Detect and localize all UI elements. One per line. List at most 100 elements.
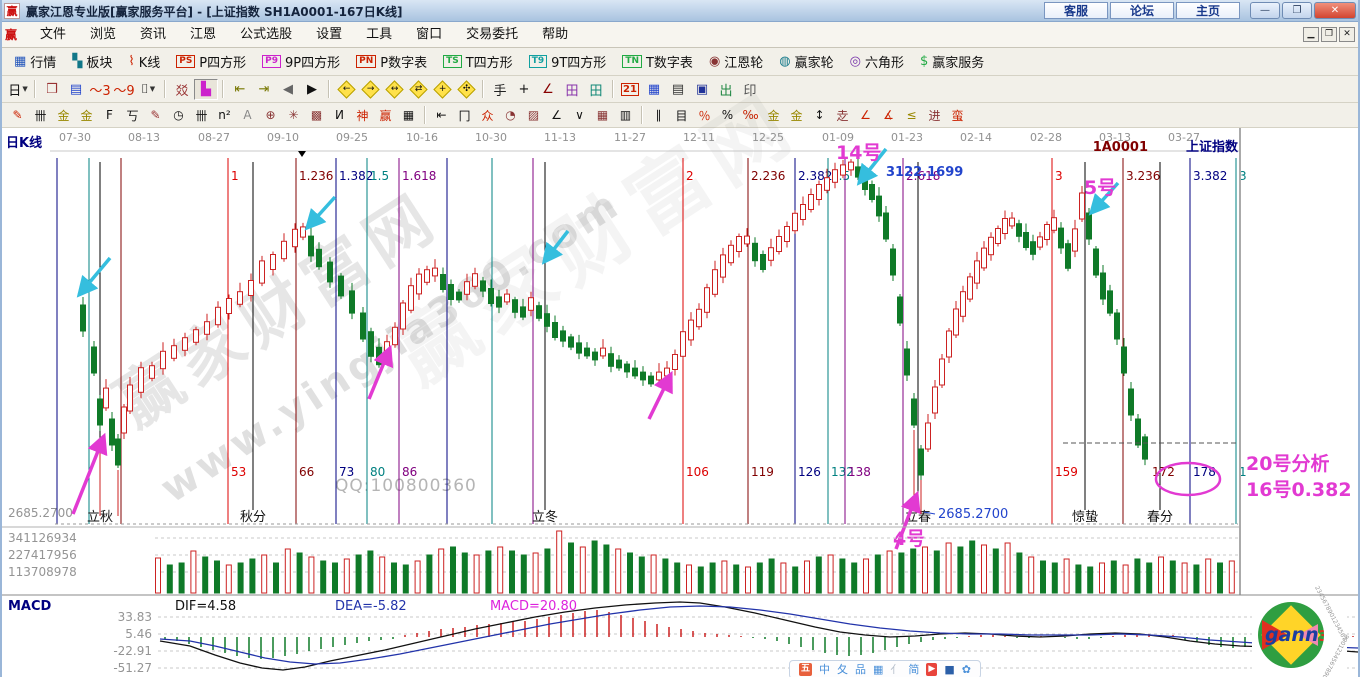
tool-quotes[interactable]: ▦行情 [6,50,64,74]
child-minimize-button[interactable]: ▁ [1303,27,1319,42]
grid-tool-button[interactable]: ▦ [397,106,420,125]
clock-tool-button[interactable]: ◷ [167,106,190,125]
last-page-button[interactable]: ⇥ [252,79,276,100]
gold-lines-2-button[interactable]: 金 [75,106,98,125]
menu-帮助[interactable]: 帮助 [530,24,580,46]
ime-basket-icon[interactable]: ■ [944,662,954,677]
percent-red-button[interactable]: ％ [693,106,716,125]
percent-button[interactable]: % [716,106,739,125]
tool-9t-square[interactable]: T99T四方形 [521,50,615,74]
gold-circle-button[interactable]: 金 [762,106,785,125]
service-button[interactable]: 客服 [1044,2,1108,19]
walk-tool-button[interactable]: 赱 [831,106,854,125]
child-close-button[interactable]: ✕ [1339,27,1355,42]
grid-red-button[interactable]: ▦ [591,106,614,125]
wave-3-button[interactable]: 〜3 [88,79,112,100]
period-day-button[interactable]: 日▼ [6,79,30,100]
cyan-arrow[interactable] [79,258,110,295]
arc-tool-button[interactable]: ◔ [499,106,522,125]
target-ellipse[interactable] [1156,463,1220,495]
n-squared-button[interactable]: n² [213,106,236,125]
tally-2-button[interactable]: 卌 [190,106,213,125]
parallel-button[interactable]: ∥ [647,106,670,125]
child-restore-button[interactable]: ❐ [1321,27,1337,42]
notes-button[interactable]: ▤ [666,79,690,100]
menu-交易委托[interactable]: 交易委托 [454,24,530,46]
s-lines-button[interactable]: 丂 [121,106,144,125]
ime-person-icon[interactable]: 亻 [890,662,901,677]
next-page-button[interactable]: ▶ [300,79,324,100]
menu-江恩[interactable]: 江恩 [178,24,228,46]
tool-gann-wheel[interactable]: ◉江恩轮 [701,50,771,74]
menu-窗口[interactable]: 窗口 [404,24,454,46]
tool-hexagon[interactable]: ◎六角形 [842,50,912,74]
save-button[interactable]: ▣ [690,79,714,100]
grid-green-button[interactable]: 田 [584,79,608,100]
zigzag-button[interactable]: И [328,106,351,125]
minimize-button[interactable]: — [1250,2,1280,19]
fan-box-button[interactable]: ▨ [522,106,545,125]
ime-simplified-icon[interactable]: 简 [908,662,919,677]
frame-tool-button[interactable]: 冂 [453,106,476,125]
angle-2-button[interactable]: ∠ [545,106,568,125]
nav-swap-button[interactable]: ⇄ [406,79,430,100]
nav-plus-button[interactable]: + [430,79,454,100]
nav-expand-button[interactable]: ↔ [382,79,406,100]
tool-9p-square[interactable]: P99P四方形 [254,50,348,74]
tool-winner-wheel[interactable]: ◍赢家轮 [771,50,841,74]
ime-keyboard-icon[interactable]: ▦ [873,662,883,677]
crosshair-button[interactable]: + [512,79,536,100]
close-button[interactable]: ✕ [1314,2,1356,19]
ruler-list-button[interactable]: 目 [670,106,693,125]
menu-资讯[interactable]: 资讯 [128,24,178,46]
f-angle-button[interactable]: ∡ [877,106,900,125]
v-lines-button[interactable]: ∨ [568,106,591,125]
nav-cross-button[interactable]: ✣ [454,79,478,100]
ime-toolbar[interactable]: 五中夂品▦亻简▶■✿ [789,660,981,677]
ime-media-icon[interactable]: ▶ [926,663,937,676]
tool-t-number[interactable]: TNT数字表 [614,50,701,74]
print-button[interactable]: 印 [738,79,762,100]
tool-sectors[interactable]: ▚板块 [64,50,120,74]
angle-tool-button[interactable]: ∠ [536,79,560,100]
updown-button[interactable]: ↕ [808,106,831,125]
ime-settings-icon[interactable]: ✿ [962,662,971,677]
le-angle-button[interactable]: ≤ [900,106,923,125]
forum-button[interactable]: 论坛 [1110,2,1174,19]
menu-公式选股[interactable]: 公式选股 [228,24,304,46]
info-doc-button[interactable]: ▤ [64,79,88,100]
compare-button[interactable]: 㸚 [170,79,194,100]
cyan-arrow[interactable] [307,197,335,228]
f-lines-button[interactable]: F [98,106,121,125]
tool-p-square[interactable]: PSP四方形 [168,50,254,74]
home-button[interactable]: 主页 [1176,2,1240,19]
ime-pen-icon[interactable]: 夂 [837,662,848,677]
annotation-14号[interactable]: 14号 [836,142,881,164]
shen-tool-button[interactable]: 神 [351,106,374,125]
span-tool-button[interactable]: ⇤ [430,106,453,125]
annotation-4号[interactable]: 4号 [893,528,925,550]
tool-p-number[interactable]: PNP数字表 [348,50,435,74]
menu-设置[interactable]: 设置 [304,24,354,46]
export-button[interactable]: 出 [714,79,738,100]
nav-right-button[interactable]: → [358,79,382,100]
candle-style-button[interactable]: ⌷▼ [136,79,160,100]
chart-view-button[interactable]: ▙ [194,79,218,100]
ime-lang-icon[interactable]: 中 [819,662,830,677]
grid-box-button[interactable]: ▩ [305,106,328,125]
web-tool-button[interactable]: ✳ [282,106,305,125]
annotation-5号[interactable]: 5号 [1084,177,1116,199]
angle-red-button[interactable]: ∠ [854,106,877,125]
high-price-annotation[interactable]: 3122.1699 [886,165,963,180]
tool-kline[interactable]: ⌇K线 [120,50,168,74]
first-page-button[interactable]: ⇤ [228,79,252,100]
gold-lines-1-button[interactable]: 金 [52,106,75,125]
prev-page-button[interactable]: ◀ [276,79,300,100]
tool-service-money[interactable]: $赢家服务 [912,50,992,74]
window-style-button[interactable]: ❒ [40,79,64,100]
pencil-2-button[interactable]: ✎ [144,106,167,125]
pencil-red-button[interactable]: ✎ [6,106,29,125]
ime-symbols-icon[interactable]: 品 [855,662,866,677]
menu-浏览[interactable]: 浏览 [78,24,128,46]
annotation-16号0.382[interactable]: 16号0.382 [1246,479,1352,501]
